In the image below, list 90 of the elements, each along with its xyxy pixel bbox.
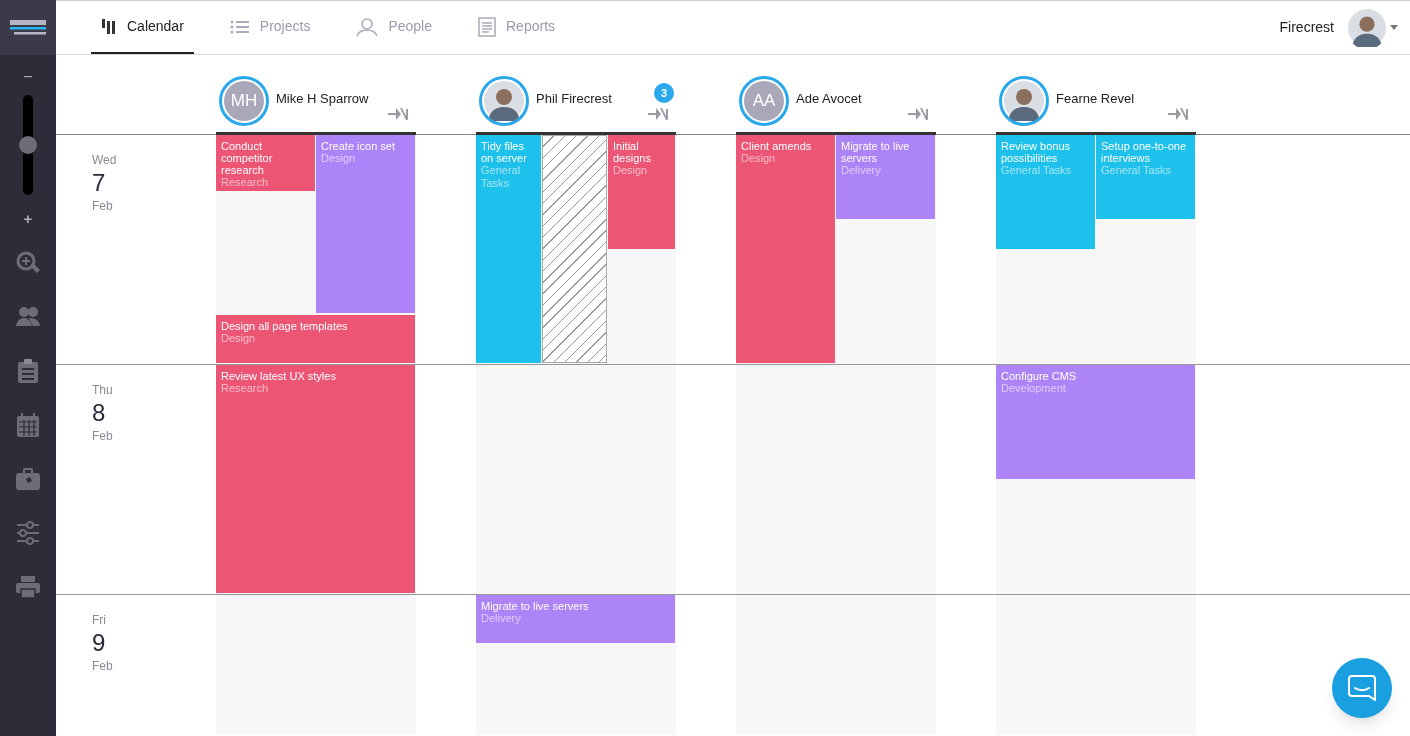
event-card[interactable]: Initial designs Design: [608, 135, 675, 249]
event-title: Review latest UX styles: [221, 370, 337, 382]
pin-icon[interactable]: [1168, 106, 1190, 122]
day-number: 9: [92, 629, 107, 657]
nav-tab[interactable]: People: [346, 1, 442, 54]
avatar: [1348, 8, 1386, 47]
list-icon: [229, 18, 250, 35]
zoom-out-button[interactable]: −: [23, 69, 33, 85]
logo-icon[interactable]: [8, 19, 48, 36]
event-title: Create icon set: [321, 140, 396, 152]
event-title: Design all page templates: [221, 320, 349, 333]
account-name[interactable]: Firecrest: [1279, 17, 1334, 38]
day-cell[interactable]: Client amends Design Migrate to live servers Delivery: [736, 135, 936, 364]
zoom-in-button[interactable]: +: [23, 211, 33, 226]
day-cell[interactable]: [996, 595, 1196, 735]
person-name: Phil Firecrest: [536, 90, 612, 108]
event-title: Configure CMS: [1001, 370, 1078, 382]
event-category: Development: [1001, 382, 1067, 395]
day-cell[interactable]: Tidy files on server General Tasks Initial designs Design: [476, 135, 676, 364]
day-cell[interactable]: [216, 595, 416, 735]
month: Feb: [92, 658, 114, 675]
weekday: Wed: [92, 152, 118, 169]
clipboard-icon[interactable]: [15, 358, 41, 384]
caret-icon[interactable]: [1390, 25, 1398, 30]
pin-icon[interactable]: [908, 106, 930, 122]
person-name: Ade Avocet: [796, 90, 862, 108]
chat-icon: [1348, 675, 1376, 701]
event-category: Design: [321, 152, 357, 165]
avatar-initials: MH: [224, 81, 264, 121]
day-cell[interactable]: Migrate to live servers Delivery: [476, 595, 676, 735]
day-cell[interactable]: [736, 595, 936, 735]
day-number: 8: [92, 399, 107, 427]
printer-icon[interactable]: [15, 574, 41, 600]
event-category: Delivery: [481, 612, 522, 625]
event-title: Initial designs: [613, 140, 652, 164]
event-card[interactable]: Migrate to live servers Delivery: [836, 135, 935, 219]
event-card[interactable]: Tidy files on server General Tasks: [476, 135, 541, 363]
nav-tab[interactable]: Projects: [219, 1, 321, 54]
weekday: Fri: [92, 612, 107, 629]
event-category: General Tasks: [1101, 164, 1173, 177]
event-card[interactable]: Design all page templates Design: [216, 315, 415, 363]
document-icon: [478, 16, 496, 37]
event-card[interactable]: Setup one-to-one interviews General Tasks: [1096, 135, 1195, 219]
nav-tab[interactable]: Calendar: [91, 1, 194, 54]
event-category: General Tasks: [1001, 164, 1073, 177]
day-cell[interactable]: Review bonus possibilities General Tasks Setup one-to-one interviews General Tasks: [996, 135, 1196, 364]
event-title: Setup one-to-one interviews: [1101, 140, 1187, 164]
person-icon: [356, 16, 379, 37]
day-cell[interactable]: Conduct competitor research Research Create icon set Design Design all page templates Design: [216, 135, 416, 364]
pin-icon[interactable]: [388, 106, 410, 122]
event-category: Research: [221, 176, 270, 189]
month: Feb: [92, 198, 114, 215]
day-cell[interactable]: [476, 365, 676, 594]
event-title: Tidy files on server: [481, 140, 528, 164]
calendar-icon[interactable]: [15, 412, 41, 438]
event-card[interactable]: Configure CMS Development: [996, 365, 1195, 479]
event-title: Client amends: [741, 140, 813, 152]
event-title: Review bonus possibilities: [1001, 140, 1072, 164]
day-number: 7: [92, 169, 107, 197]
event-title: Migrate to live servers: [481, 600, 590, 612]
chat-button[interactable]: [1332, 658, 1392, 718]
month: Feb: [92, 428, 114, 445]
person-name: Mike H Sparrow: [276, 90, 369, 108]
sliders-icon[interactable]: [15, 520, 41, 546]
event-category: Design: [221, 332, 257, 346]
event-card[interactable]: Conduct competitor research Research: [216, 135, 315, 192]
slider-thumb[interactable]: [19, 136, 37, 154]
suitcase-icon[interactable]: [15, 466, 41, 492]
event-category: Design: [613, 164, 649, 177]
person-name: Fearne Revel: [1056, 90, 1135, 108]
event-card[interactable]: Review latest UX styles Research: [216, 365, 415, 593]
bars-icon: [101, 18, 117, 35]
event-card[interactable]: Client amends Design: [736, 135, 835, 363]
zoom-in-icon[interactable]: [15, 250, 41, 276]
avatar-initials: AA: [744, 81, 784, 121]
event-card[interactable]: Migrate to live servers Delivery: [476, 595, 675, 643]
day-cell[interactable]: [736, 365, 936, 594]
event-card[interactable]: Review bonus possibilities General Tasks: [996, 135, 1095, 249]
event-title: Migrate to live servers: [841, 140, 911, 164]
day-cell[interactable]: Configure CMS Development: [996, 365, 1196, 594]
event-category: Research: [221, 382, 270, 395]
notification-badge: 3: [654, 83, 674, 103]
pin-icon[interactable]: [648, 106, 670, 122]
event-category: Delivery: [841, 164, 882, 177]
event-category: Design: [741, 152, 777, 165]
weekday: Thu: [92, 382, 114, 399]
event-card[interactable]: Create icon set Design: [316, 135, 415, 313]
event-category: General Tasks: [481, 164, 522, 190]
event-title: Conduct competitor research: [221, 140, 274, 176]
nav-tab[interactable]: Reports: [468, 1, 566, 54]
